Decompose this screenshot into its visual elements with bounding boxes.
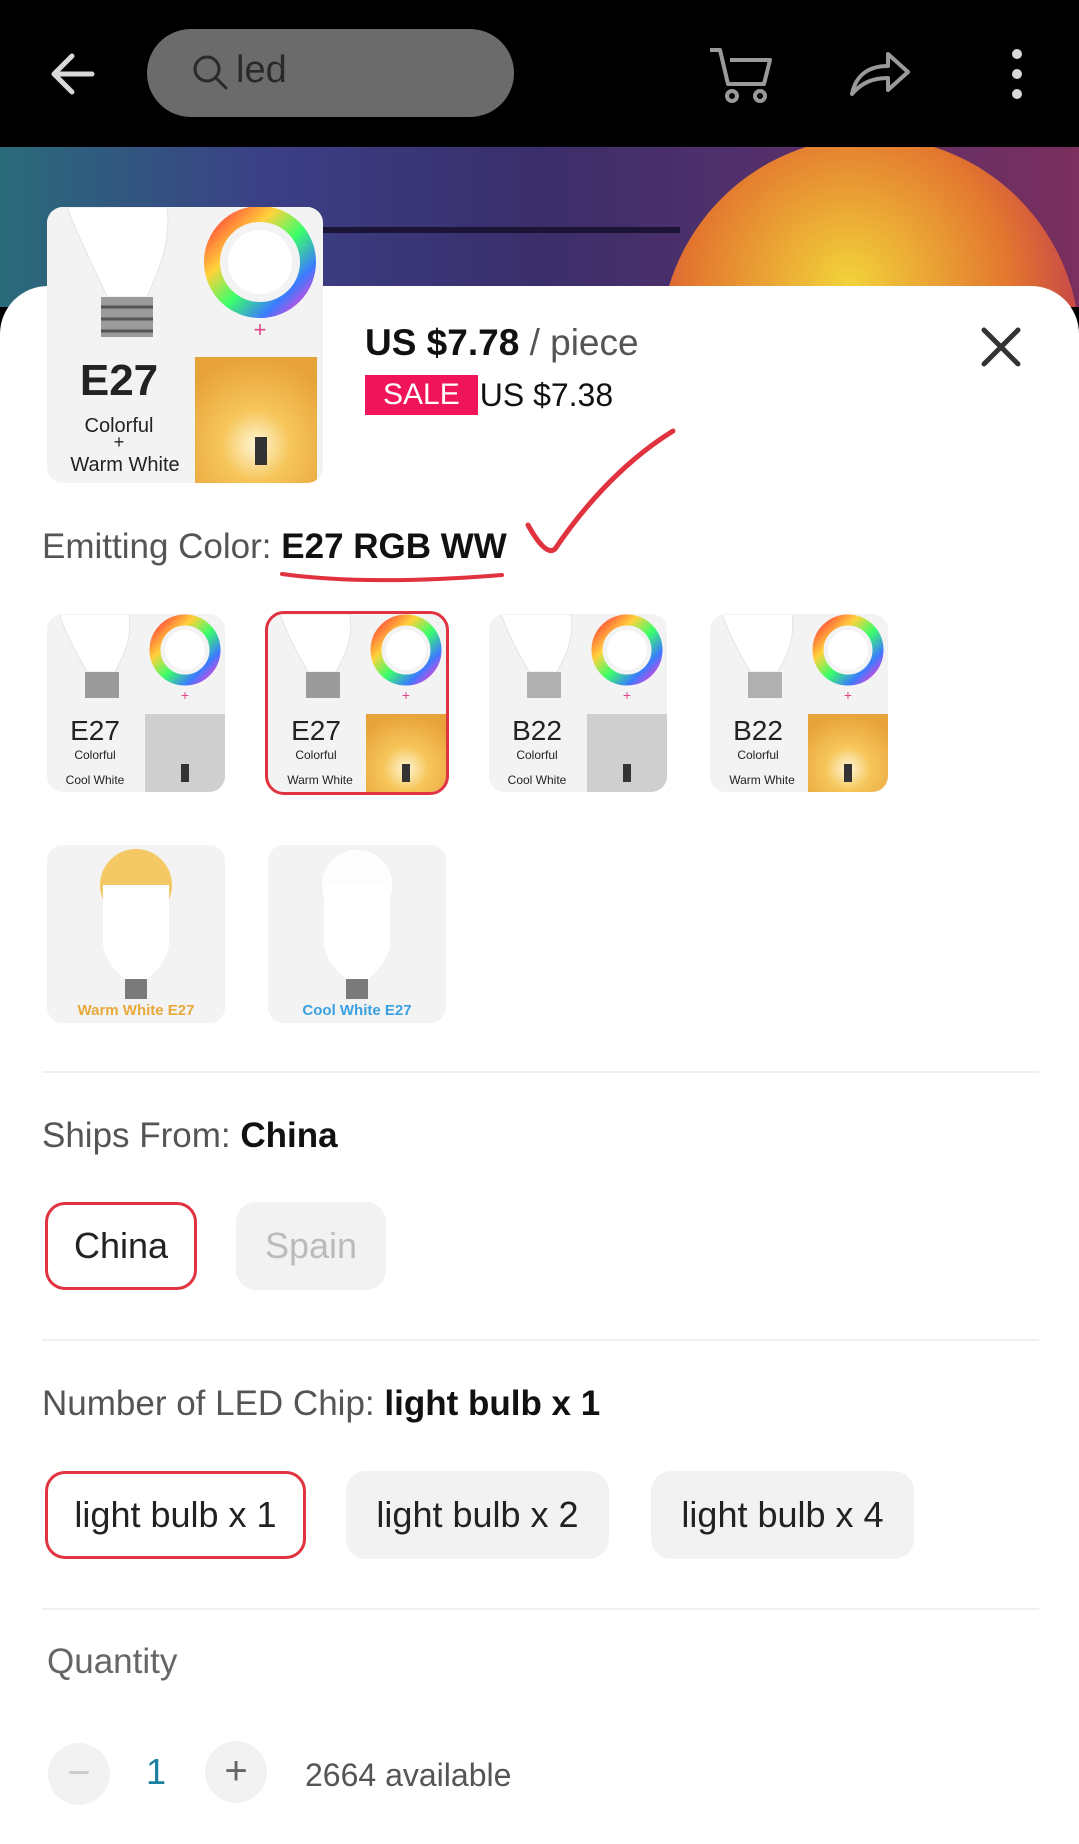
svg-text:B22: B22	[512, 715, 562, 746]
color-option-e27-warm-white[interactable]: + E27 Colorful Warm White	[265, 611, 449, 795]
emitting-color-label: Emitting Color:	[42, 527, 272, 566]
svg-text:Colorful: Colorful	[516, 748, 557, 762]
search-query: led	[236, 49, 287, 91]
svg-text:+: +	[114, 432, 125, 452]
svg-text:Cool White: Cool White	[66, 773, 125, 787]
svg-text:Warm White: Warm White	[729, 773, 795, 787]
share-icon[interactable]	[846, 44, 914, 104]
available-stock: 2664 available	[305, 1757, 512, 1793]
divider	[42, 1339, 1039, 1341]
sku-selection-sheet	[0, 286, 1079, 1844]
price-unit: / piece	[529, 322, 639, 363]
search-icon	[193, 55, 228, 90]
cart-icon[interactable]	[708, 44, 776, 104]
color-option-b22-warm-white[interactable]: + B22 Colorful Warm White	[710, 614, 888, 792]
sale-badge: SALE	[365, 375, 478, 415]
svg-text:+: +	[844, 687, 852, 703]
ships-from-label: Ships From:	[42, 1116, 231, 1155]
emitting-color-label-row: Emitting Color: E27 RGB WW	[42, 527, 507, 567]
svg-text:Cool White E27: Cool White E27	[302, 1002, 411, 1019]
svg-text:Colorful: Colorful	[74, 748, 115, 762]
ships-from-option-china[interactable]: China	[45, 1202, 197, 1290]
svg-text:E27: E27	[70, 715, 120, 746]
led-chip-option-1[interactable]: light bulb x 1	[45, 1471, 306, 1559]
quantity-increase-button[interactable]: +	[205, 1741, 267, 1803]
quantity-label: Quantity	[47, 1642, 178, 1681]
color-option-cool-white-e27[interactable]: Cool White E27	[268, 845, 446, 1023]
search-bar[interactable]: led	[147, 29, 514, 117]
svg-text:Warm White E27: Warm White E27	[78, 1002, 195, 1019]
svg-text:+: +	[402, 687, 410, 703]
svg-text:+: +	[623, 687, 631, 703]
divider	[42, 1071, 1039, 1073]
led-chip-label-row: Number of LED Chip: light bulb x 1	[42, 1384, 600, 1424]
emitting-color-selected: E27 RGB WW	[281, 527, 507, 566]
svg-text:Warm White: Warm White	[70, 454, 179, 476]
sale-price: US $7.38	[479, 376, 614, 413]
led-chip-option-4[interactable]: light bulb x 4	[651, 1471, 914, 1559]
svg-text:Cool White: Cool White	[508, 773, 567, 787]
svg-text:+: +	[181, 687, 189, 703]
selected-variant-thumbnail: + E27 Colorful + Warm White	[47, 207, 323, 483]
top-bar: led	[0, 0, 1079, 147]
price: US $7.78 / piece	[365, 322, 639, 364]
led-chip-option-2[interactable]: light bulb x 2	[346, 1471, 609, 1559]
sale-row: SALE US $7.38	[365, 375, 614, 415]
back-arrow-icon[interactable]	[44, 44, 104, 104]
led-chip-selected: light bulb x 1	[384, 1384, 601, 1423]
svg-text:B22: B22	[733, 715, 783, 746]
svg-text:Colorful: Colorful	[737, 748, 778, 762]
ships-from-selected: China	[240, 1116, 338, 1155]
more-options-icon[interactable]	[1000, 44, 1034, 104]
svg-text:+: +	[254, 317, 267, 342]
divider	[42, 1608, 1039, 1610]
svg-text:Warm White: Warm White	[287, 773, 353, 787]
quantity-value[interactable]: 1	[146, 1751, 166, 1793]
close-icon[interactable]	[978, 324, 1024, 370]
svg-text:Colorful: Colorful	[295, 748, 336, 762]
led-chip-label: Number of LED Chip:	[42, 1384, 375, 1423]
thumb-socket-label: E27	[80, 356, 158, 405]
ships-from-option-spain[interactable]: Spain	[236, 1202, 386, 1290]
color-option-b22-cool-white[interactable]: + B22 Colorful Cool White	[489, 614, 667, 792]
ships-from-label-row: Ships From: China	[42, 1116, 338, 1156]
color-option-warm-white-e27[interactable]: Warm White E27	[47, 845, 225, 1023]
color-option-e27-cool-white[interactable]: + E27 Colorful Cool White	[47, 614, 225, 792]
svg-text:E27: E27	[291, 715, 341, 746]
quantity-decrease-button[interactable]: −	[48, 1743, 110, 1805]
price-value: US $7.78	[365, 322, 520, 363]
